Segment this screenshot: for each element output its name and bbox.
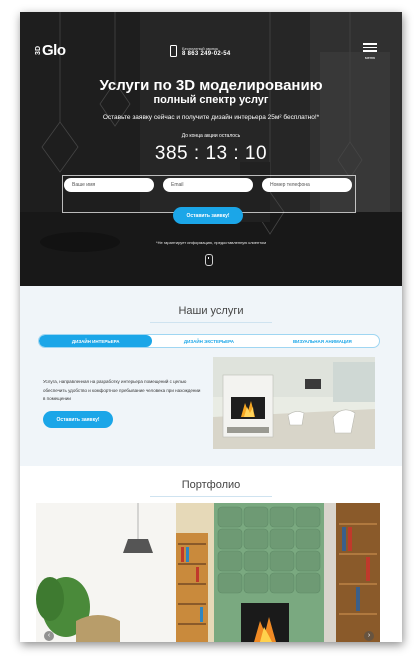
logo-name: Glo: [42, 42, 66, 59]
hero-offer: Оставьте заявку сейчас и получите дизайн…: [102, 114, 320, 121]
service-description: Услуга, направленная на разработку интер…: [43, 379, 201, 401]
menu-label: меню: [364, 54, 376, 60]
scroll-down-icon[interactable]: [205, 254, 213, 266]
services-title-underline: [150, 322, 272, 323]
interior-design-image: [213, 357, 375, 449]
services-tabs: ДИЗАЙН ИНТЕРЬЕРА ДИЗАЙН ЭКСТЕРЬЕРА ВИЗУА…: [38, 334, 380, 348]
menu-button[interactable]: меню: [360, 42, 380, 60]
phone-number[interactable]: 8 863 249-02-54: [182, 51, 231, 57]
header-contact: Бесплатный звонок 8 863 249-02-54: [170, 45, 231, 57]
hero-disclaimer: *Не гарантирует информацию, предоставлен…: [156, 240, 266, 245]
phone-input[interactable]: [262, 178, 352, 192]
portfolio-slide-image: [36, 503, 380, 642]
service-request-button[interactable]: Оставить заявку!: [43, 411, 113, 428]
portfolio-prev-arrow[interactable]: ‹: [44, 631, 54, 641]
tab-visual-animation[interactable]: ВИЗУАЛЬНАЯ АНИМАЦИЯ: [266, 335, 379, 347]
phone-icon: [170, 45, 177, 57]
hero-section: 3D Glo Бесплатный звонок 8 863 249-02-54…: [20, 12, 402, 286]
browser-frame: 3D Glo Бесплатный звонок 8 863 249-02-54…: [20, 12, 402, 642]
portfolio-title-underline: [150, 496, 272, 497]
contact-note: Бесплатный звонок: [182, 45, 219, 51]
logo-prefix: 3D: [35, 46, 42, 55]
portfolio-title: Портфолио: [181, 479, 241, 491]
logo[interactable]: 3D Glo: [35, 42, 66, 59]
portfolio-next-arrow[interactable]: ›: [364, 631, 374, 641]
tab-exterior-design[interactable]: ДИЗАЙН ЭКСТЕРЬЕРА: [152, 335, 265, 347]
hero-title: Услуги по 3D моделированию: [99, 77, 323, 94]
submit-request-button[interactable]: Оставить заявку!: [173, 207, 243, 224]
services-title: Наши услуги: [178, 305, 244, 317]
tab-interior-design[interactable]: ДИЗАЙН ИНТЕРЬЕРА: [39, 335, 153, 347]
hamburger-icon: [363, 43, 377, 45]
name-input[interactable]: [64, 178, 154, 192]
countdown-timer: 385 : 13 : 10: [154, 143, 268, 164]
email-input[interactable]: [163, 178, 253, 192]
countdown-label: До конца акции осталось: [181, 133, 241, 139]
hero-subtitle: полный спектр услуг: [153, 94, 269, 106]
